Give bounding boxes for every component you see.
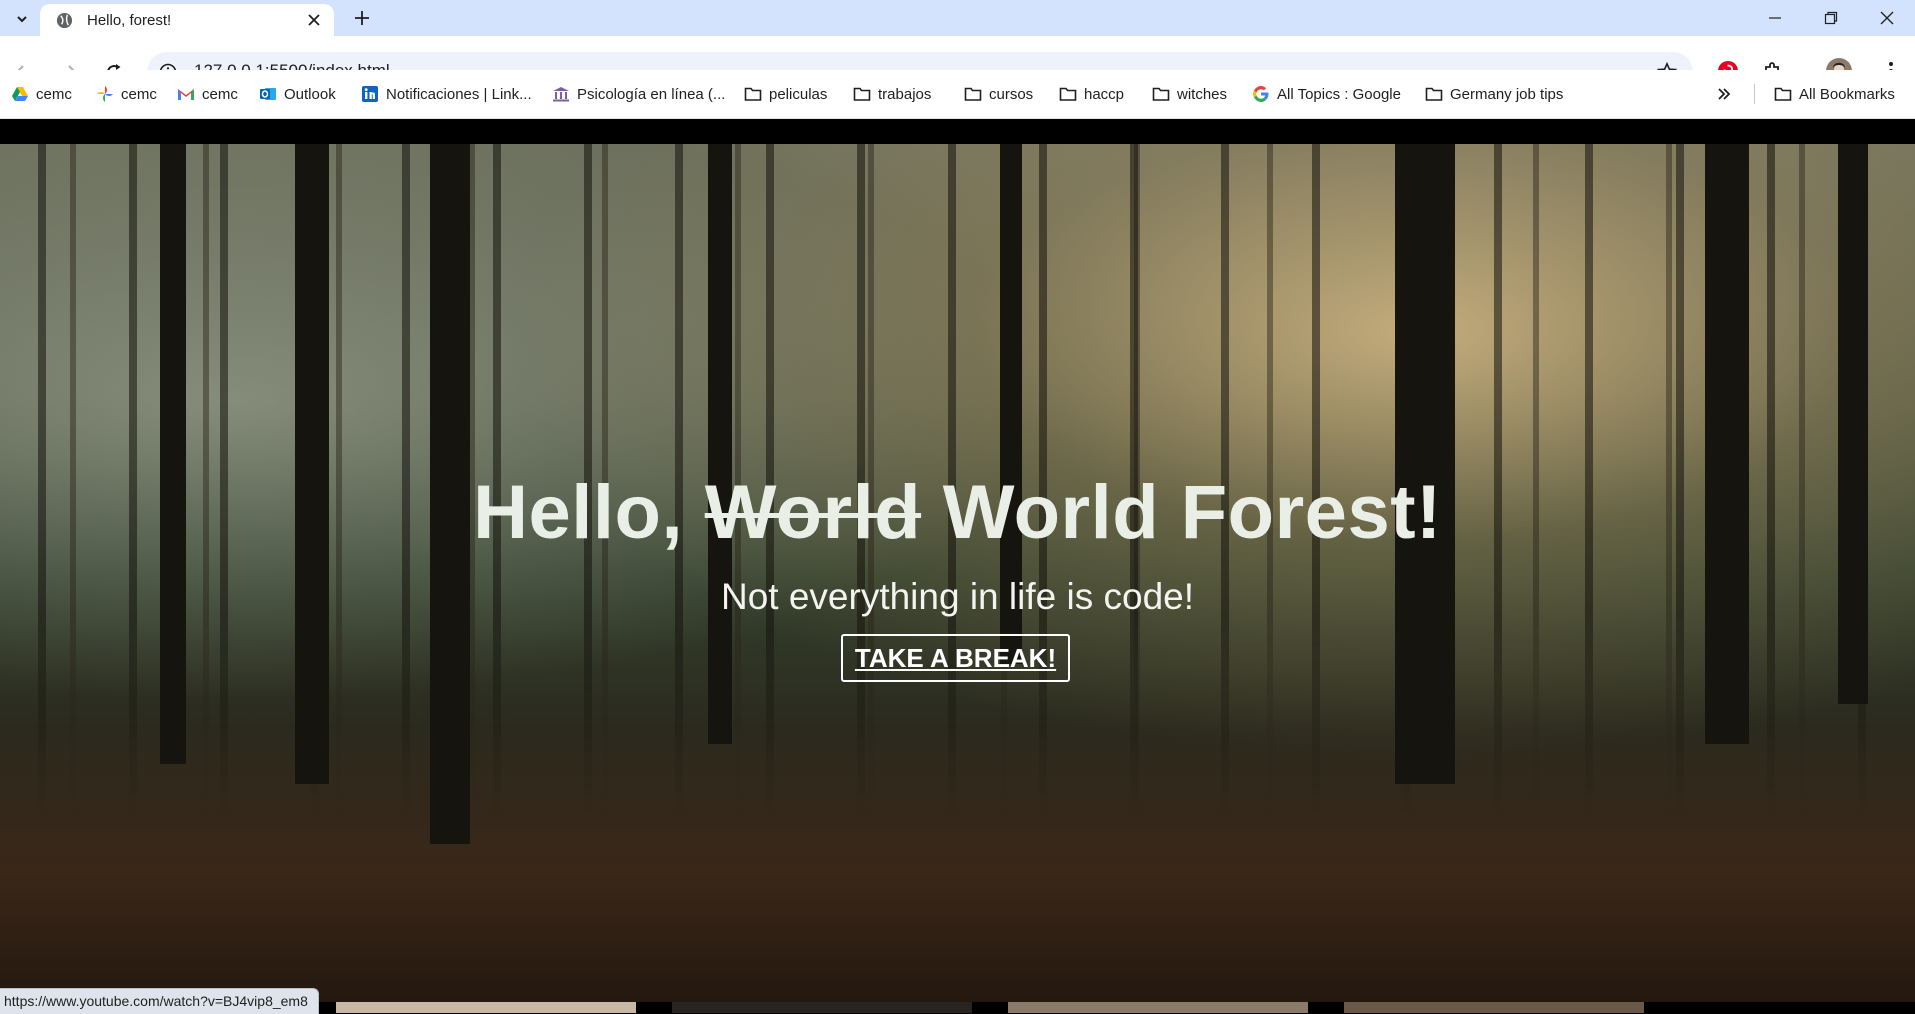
bookmark-item[interactable]: cemc: [96, 84, 157, 104]
bookmark-label: haccp: [1084, 85, 1125, 103]
all-bookmarks-label: All Bookmarks: [1799, 85, 1895, 103]
bookmark-folder[interactable]: witches: [1152, 84, 1227, 104]
google-icon: [1253, 86, 1269, 102]
bookmark-label: Notificaciones | Link...: [386, 85, 532, 103]
forest-background-image: [0, 144, 1915, 1002]
tab-search-button[interactable]: [6, 6, 38, 32]
gmail-icon: [178, 89, 194, 100]
tab-title: Hello, forest!: [87, 12, 172, 29]
close-icon: [1880, 11, 1894, 25]
bookmark-folder[interactable]: Germany job tips: [1425, 84, 1563, 104]
bookmarks-bar: cemc cemc cemc Outlook Notificaciones | …: [0, 70, 1915, 119]
video-thumbnail[interactable]: [336, 1002, 636, 1013]
folder-icon: [1059, 87, 1077, 101]
folder-icon: [964, 87, 982, 101]
tab-strip: Hello, forest!: [0, 0, 1915, 36]
double-chevron-right-icon: [1718, 88, 1731, 100]
folder-icon: [744, 87, 762, 101]
bookmark-label: peliculas: [769, 85, 828, 103]
bookmark-folder[interactable]: peliculas: [744, 84, 827, 104]
bookmark-label: All Topics : Google: [1277, 85, 1401, 103]
bookmark-item[interactable]: Outlook: [259, 84, 336, 104]
bookmark-label: cursos: [989, 85, 1034, 103]
bookmark-label: Psicología en línea (...: [577, 85, 726, 103]
tree-trunk: [1705, 144, 1749, 744]
folder-icon: [1425, 87, 1443, 101]
title-start: Hello,: [473, 470, 684, 555]
hero-subtitle: Not everything in life is code!: [720, 576, 1194, 617]
minimize-icon: [1769, 17, 1781, 19]
plus-icon: [355, 11, 369, 25]
bookmark-label: trabajos: [878, 85, 932, 103]
bookmark-label: witches: [1177, 85, 1228, 103]
linkedin-icon: [362, 86, 378, 102]
bookmark-folder[interactable]: trabajos: [853, 84, 931, 104]
bookmark-item[interactable]: cemc: [177, 84, 238, 104]
bookmark-label: cemc: [121, 85, 157, 103]
globe-icon: [56, 12, 73, 29]
close-tab-icon[interactable]: [304, 10, 324, 30]
bookmark-item[interactable]: Psicología en línea (...: [552, 84, 725, 104]
bookmark-label: cemc: [202, 85, 238, 103]
bookmark-item[interactable]: cemc: [11, 84, 72, 104]
google-drive-icon: [12, 87, 28, 101]
active-tab[interactable]: Hello, forest!: [40, 4, 334, 36]
tree-trunk: [1395, 144, 1455, 784]
bookmark-label: cemc: [36, 85, 72, 103]
hero-title: Hello, World World Forest!: [0, 469, 1915, 556]
bookmarks-overflow-button[interactable]: [1716, 84, 1732, 104]
tree-trunk: [708, 144, 732, 744]
tree-trunk: [295, 144, 329, 784]
folder-icon: [1774, 87, 1792, 101]
bookmark-label: Germany job tips: [1450, 85, 1564, 103]
folder-icon: [1152, 87, 1170, 101]
status-bar-url: https://www.youtube.com/watch?v=BJ4vip8_…: [0, 988, 319, 1014]
tree-trunk: [1838, 144, 1868, 704]
video-thumbnail[interactable]: [672, 1002, 972, 1013]
chevron-down-icon: [17, 16, 27, 23]
bookmark-folder[interactable]: haccp: [1059, 84, 1124, 104]
restore-button[interactable]: [1805, 0, 1857, 36]
google-photos-icon: [97, 86, 113, 102]
outlook-icon: [260, 88, 276, 100]
university-icon: [553, 87, 569, 102]
title-struck-word: World: [704, 470, 922, 555]
restore-icon: [1824, 11, 1838, 25]
bookmarks-divider: [1754, 84, 1755, 104]
bookmark-label: Outlook: [284, 85, 336, 103]
tree-trunk: [160, 144, 186, 764]
title-end: World Forest!: [942, 470, 1442, 555]
bookmark-item[interactable]: Notificaciones | Link...: [361, 84, 532, 104]
video-thumbnail[interactable]: [1344, 1002, 1644, 1013]
video-thumbnail[interactable]: [1008, 1002, 1308, 1013]
take-a-break-button[interactable]: TAKE A BREAK!: [841, 634, 1070, 682]
new-tab-button[interactable]: [348, 6, 376, 30]
hero-section: Hello, World World Forest! Not everythin…: [0, 144, 1915, 1002]
bookmark-item[interactable]: All Topics : Google: [1252, 84, 1401, 104]
minimize-button[interactable]: [1749, 0, 1801, 36]
all-bookmarks-button[interactable]: All Bookmarks: [1774, 84, 1895, 104]
close-window-button[interactable]: [1861, 0, 1913, 36]
page-viewport: Hello, World World Forest! Not everythin…: [0, 144, 1915, 1013]
folder-icon: [853, 87, 871, 101]
bookmark-folder[interactable]: cursos: [964, 84, 1033, 104]
